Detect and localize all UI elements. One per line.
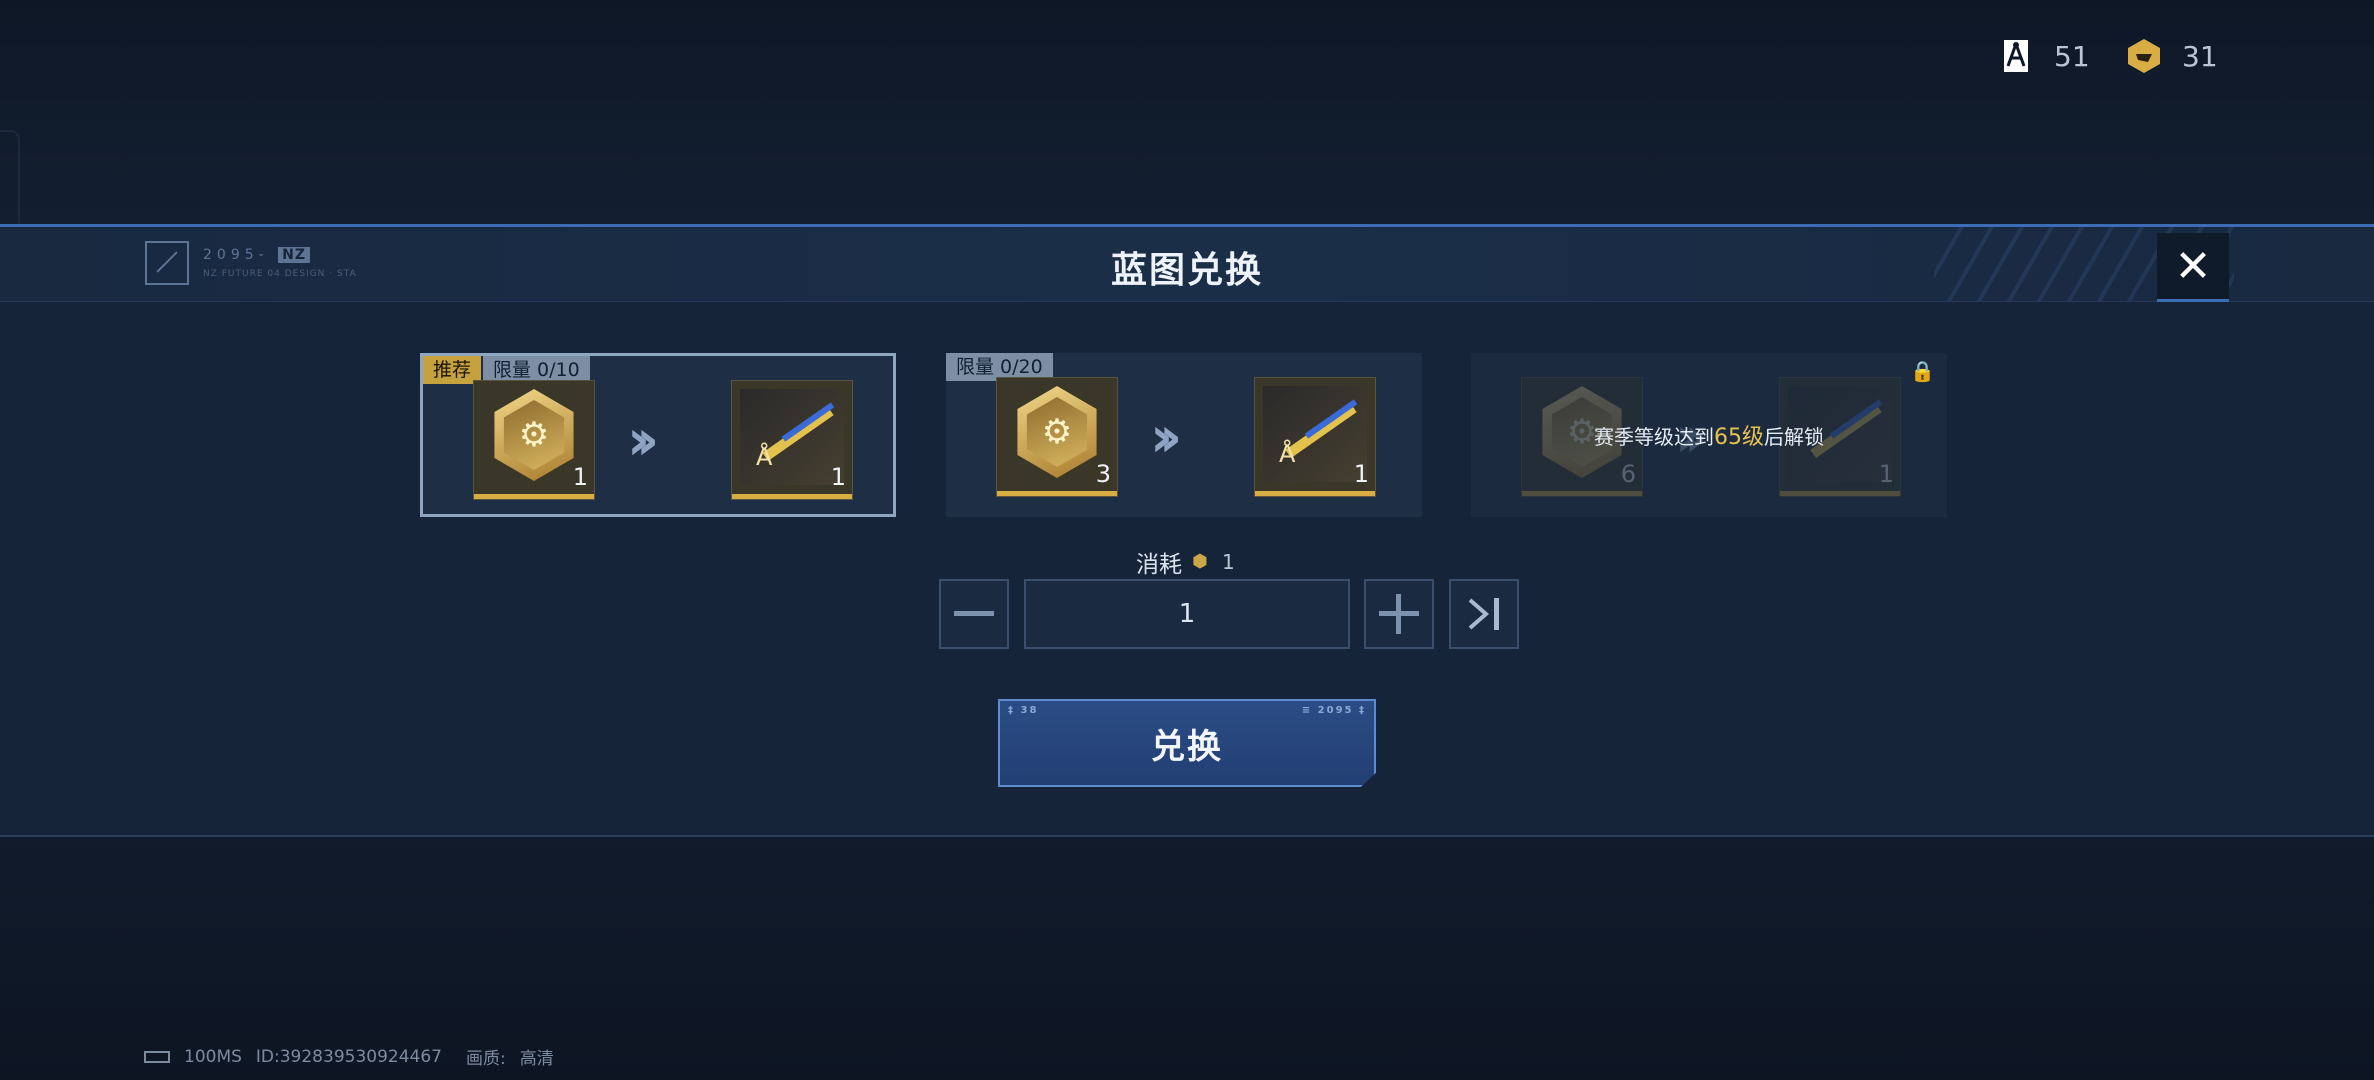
input-count: 6: [1620, 460, 1636, 488]
increase-button[interactable]: [1364, 579, 1434, 649]
input-count: 1: [572, 463, 588, 491]
output-count: 1: [830, 463, 846, 491]
status-bar: 100MS ID:392839530924467 画质: 高清: [144, 1044, 554, 1069]
battery-icon: [144, 1050, 170, 1063]
recipe-card-3-locked: ⚙ 6 ›› 1 🔒 赛季等级达到65级后解锁: [1471, 353, 1947, 517]
output-item: Å 1: [1254, 377, 1376, 497]
input-item: ⚙ 1: [473, 380, 595, 500]
consume-label: 消耗: [1136, 552, 1182, 578]
quantity-input[interactable]: 1: [1024, 579, 1350, 649]
weapon-blueprint-icon: Å: [740, 389, 844, 485]
gold-crate-icon: [2124, 36, 2164, 76]
minus-icon: [954, 611, 994, 616]
consume-row: 消耗 ⬢ 1: [1136, 545, 1235, 579]
blueprint-exchange-modal: 2095- NZ NZ FUTURE 04 DESIGN · STA 蓝图兑换 …: [0, 224, 2374, 837]
background-bottom: [0, 832, 2374, 1080]
output-count: 1: [1353, 460, 1369, 488]
unlock-text-before: 赛季等级达到: [1594, 425, 1714, 449]
unlock-requirement: 赛季等级达到65级后解锁: [1471, 419, 1947, 451]
player-id: ID:392839530924467: [255, 1046, 442, 1067]
output-count: 1: [1878, 460, 1894, 488]
blueprint-fragment-icon: ⚙: [1017, 386, 1097, 478]
modal-title: 蓝图兑换: [1110, 250, 1263, 291]
close-button[interactable]: ✕: [2157, 233, 2229, 302]
weapon-blueprint-icon: Å: [1263, 386, 1367, 482]
currency-crate-value: 31: [2182, 39, 2218, 73]
double-chevron-icon: ››: [627, 408, 659, 473]
exchange-button-label: 兑换: [1151, 726, 1223, 767]
recipe-card-1[interactable]: 推荐 限量 0/10 ⚙ 1 ›› Å 1: [420, 353, 896, 517]
quality-value: 高清: [519, 1049, 554, 1069]
blueprint-fragment-icon: ⚙: [494, 389, 574, 481]
currency-blueprint-value: 51: [2054, 39, 2090, 73]
max-quantity-button[interactable]: [1449, 579, 1519, 649]
background-top: [0, 0, 2374, 224]
button-decoration: ‡ 38: [1008, 705, 1039, 716]
modal-header: 2095- NZ NZ FUTURE 04 DESIGN · STA 蓝图兑换 …: [0, 227, 2374, 302]
gold-crate-icon: ⬢: [1192, 551, 1208, 572]
input-item: ⚙ 3: [996, 377, 1118, 497]
currency-blueprint: 51: [1996, 36, 2090, 76]
plus-icon: [1379, 594, 1419, 634]
exchange-button[interactable]: ‡ 38 ≡ 2095 ‡ 兑换: [998, 699, 1376, 787]
blueprint-icon: [1996, 36, 2036, 76]
currency-crate: 31: [2124, 36, 2218, 76]
unlock-text-after: 后解锁: [1764, 425, 1824, 449]
decrease-button[interactable]: [939, 579, 1009, 649]
close-icon: ✕: [2174, 240, 2212, 292]
skip-to-max-icon: [1468, 598, 1499, 630]
consume-amount: 1: [1222, 550, 1235, 574]
input-count: 3: [1095, 460, 1111, 488]
lock-icon: 🔒: [1910, 359, 1935, 383]
button-decoration: ≡ 2095 ‡: [1301, 705, 1366, 716]
quality-label: 画质:: [465, 1049, 506, 1069]
unlock-level: 65级: [1714, 425, 1764, 450]
output-item: Å 1: [731, 380, 853, 500]
double-chevron-icon: ››: [1150, 405, 1182, 470]
recipe-card-2[interactable]: 限量 0/20 ⚙ 3 ›› Å 1: [946, 353, 1422, 517]
ping: 100MS: [184, 1046, 242, 1067]
